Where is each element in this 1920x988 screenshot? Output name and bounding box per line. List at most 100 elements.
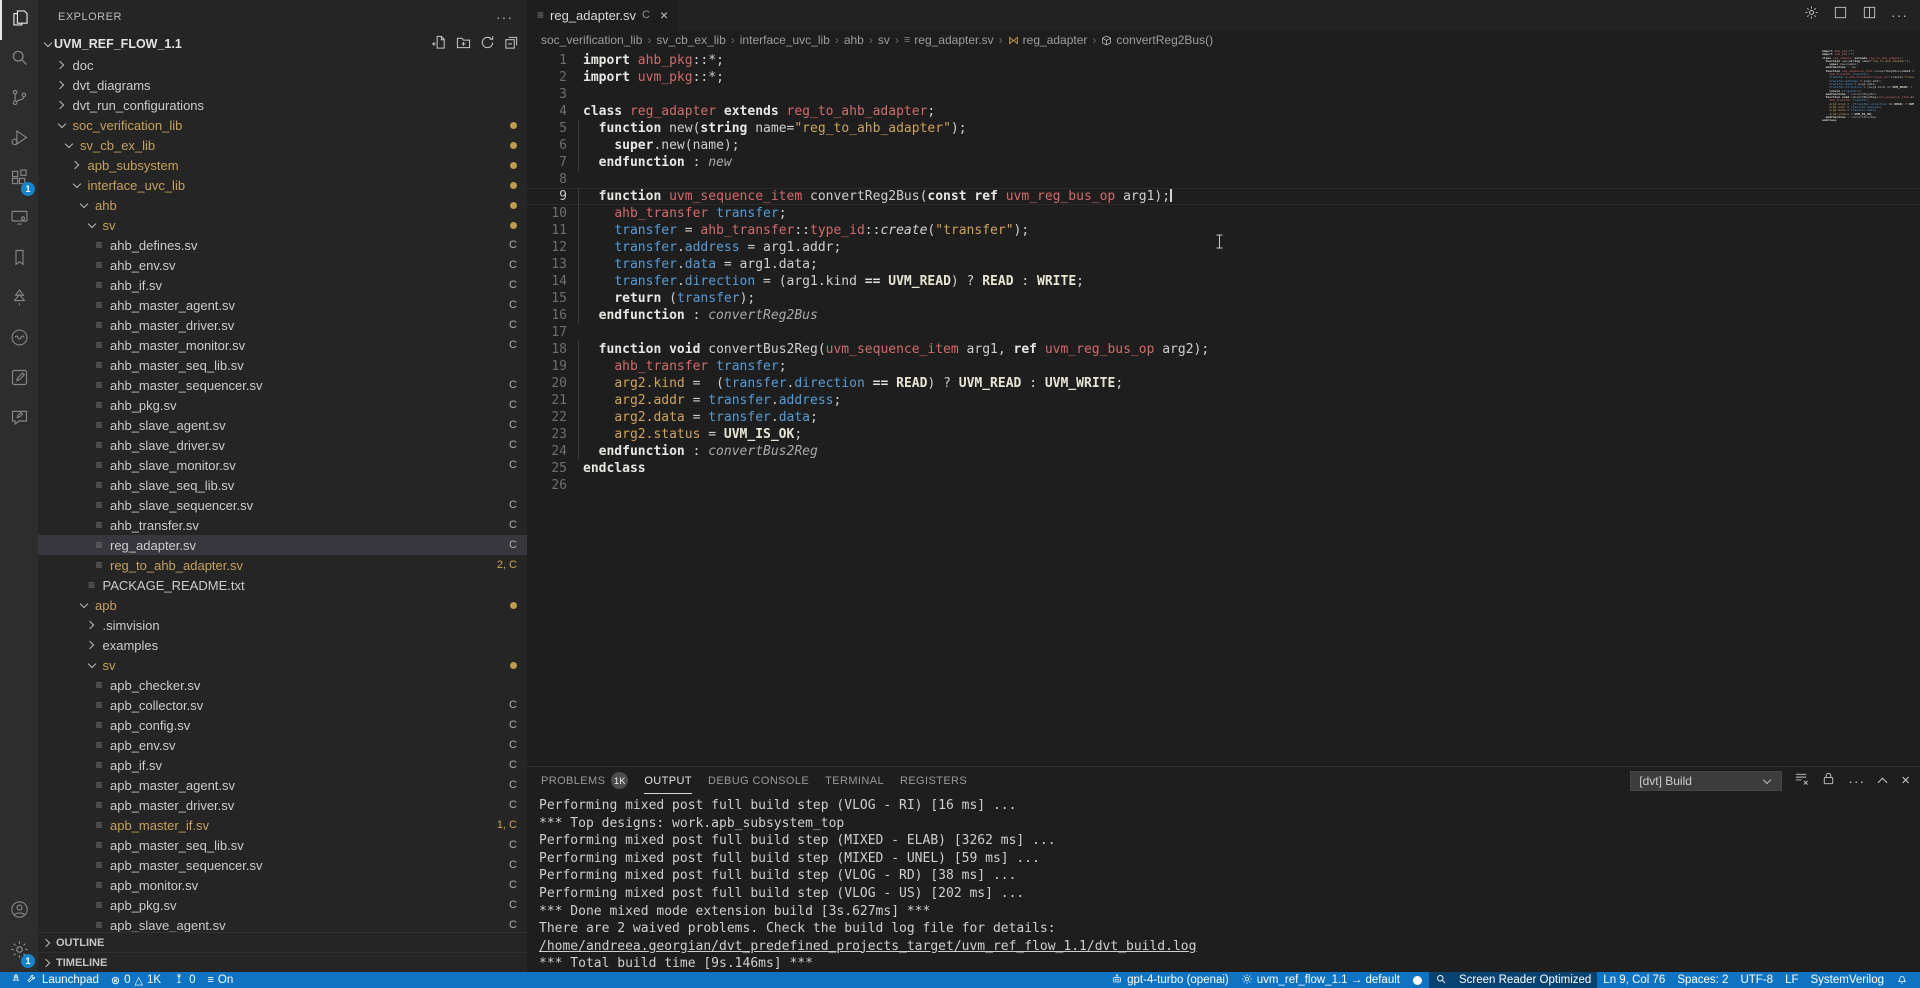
code-line[interactable]: 19 ahb_transfer transfer;	[527, 358, 1920, 375]
code-line[interactable]: 5 function new(string name="reg_to_ahb_a…	[527, 120, 1920, 137]
code-line[interactable]: 14 transfer.direction = (arg1.kind == UV…	[527, 273, 1920, 290]
code-line[interactable]: 7 endfunction : new	[527, 154, 1920, 171]
code-editor[interactable]: 1import ahb_pkg::*;2import uvm_pkg::*;34…	[527, 50, 1920, 766]
code-line[interactable]: 4class reg_adapter extends reg_to_ahb_ad…	[527, 103, 1920, 120]
tree-item[interactable]: dvt_run_configurations	[38, 95, 527, 115]
tree-item[interactable]: ≡ahb_slave_monitor.svC	[38, 455, 527, 475]
tree-item[interactable]: sv	[38, 655, 527, 675]
tree-item[interactable]: ≡reg_adapter.svC	[38, 535, 527, 555]
code-line[interactable]: 23 arg2.status = UVM_IS_OK;	[527, 426, 1920, 443]
settings-button[interactable]: 1	[0, 932, 38, 972]
breadcrumb-item[interactable]: ahb	[844, 33, 864, 47]
tree-item[interactable]: ≡apb_collector.svC	[38, 695, 527, 715]
tree-item[interactable]: .simvision	[38, 615, 527, 635]
status-launchpad[interactable]: Launchpad	[4, 972, 105, 988]
panel-tab-debug-console[interactable]: DEBUG CONSOLE	[708, 767, 809, 794]
tree-item[interactable]: ≡ahb_master_agent.svC	[38, 295, 527, 315]
status-encoding[interactable]: UTF-8	[1734, 972, 1779, 988]
panel-tab-problems[interactable]: PROBLEMS1K	[541, 767, 628, 794]
tree-item[interactable]: ≡ahb_slave_driver.svC	[38, 435, 527, 455]
code-line[interactable]: 24 endfunction : convertBus2Reg	[527, 443, 1920, 460]
tree-item[interactable]: ≡apb_if.svC	[38, 755, 527, 775]
panel-tab-registers[interactable]: REGISTERS	[900, 767, 967, 794]
code-line[interactable]: 2import uvm_pkg::*;	[527, 69, 1920, 86]
tree-item[interactable]: ≡reg_to_ahb_adapter.sv2, C	[38, 555, 527, 575]
timeline-section-header[interactable]: TIMELINE	[38, 952, 527, 972]
code-line[interactable]: 22 arg2.data = transfer.data;	[527, 409, 1920, 426]
panel-tab-output[interactable]: OUTPUT	[644, 767, 692, 794]
editor-layout-button[interactable]	[1833, 5, 1848, 25]
status-cursor-position[interactable]: Ln 9, Col 76	[1597, 972, 1671, 988]
new-file-button[interactable]	[432, 35, 447, 53]
tree-item[interactable]: ≡apb_master_agent.svC	[38, 775, 527, 795]
tree-item[interactable]: ≡ahb_master_seq_lib.sv	[38, 355, 527, 375]
status-waived-problems[interactable]: 0	[167, 972, 201, 988]
tree-item[interactable]: ≡apb_master_if.sv1, C	[38, 815, 527, 835]
clear-output-button[interactable]	[1794, 771, 1809, 791]
tree-item[interactable]: apb	[38, 595, 527, 615]
run-debug-activity-button[interactable]	[0, 120, 38, 160]
breadcrumb-item[interactable]: interface_uvc_lib	[740, 33, 830, 47]
status-eol[interactable]: LF	[1779, 972, 1804, 988]
tree-item[interactable]: ≡ahb_defines.svC	[38, 235, 527, 255]
breadcrumb-item[interactable]: soc_verification_lib	[541, 33, 642, 47]
remote-explorer-activity-button[interactable]	[0, 200, 38, 240]
bookmarks-activity-button[interactable]	[0, 240, 38, 280]
close-panel-button[interactable]: ×	[1901, 772, 1910, 789]
tree-item[interactable]: interface_uvc_lib	[38, 175, 527, 195]
status-notifications[interactable]	[1890, 972, 1914, 988]
panel-tab-terminal[interactable]: TERMINAL	[825, 767, 884, 794]
status-indentation[interactable]: Spaces: 2	[1671, 972, 1734, 988]
breadcrumb-item[interactable]: convertReg2Bus()	[1101, 33, 1213, 47]
verification-hierarchy-activity-button[interactable]	[0, 280, 38, 320]
comment-feedback-activity-button[interactable]	[0, 400, 38, 440]
log-file-link[interactable]: /home/andreea.georgian/dvt_predefined_pr…	[539, 938, 1920, 956]
panel-more-actions-button[interactable]: ···	[1848, 773, 1865, 789]
code-line[interactable]: 16 endfunction : convertReg2Bus	[527, 307, 1920, 324]
code-line[interactable]: 25endclass	[527, 460, 1920, 477]
code-line[interactable]: 6 super.new(name);	[527, 137, 1920, 154]
tree-item[interactable]: ≡apb_monitor.svC	[38, 875, 527, 895]
code-line[interactable]: 21 arg2.addr = transfer.address;	[527, 392, 1920, 409]
tree-item[interactable]: ≡ahb_transfer.svC	[38, 515, 527, 535]
status-project-config[interactable]: uvm_ref_flow_1.1 → default	[1235, 972, 1406, 988]
minimap[interactable]: import ahb_pkg::*;import uvm_pkg::*;clas…	[1822, 50, 1914, 160]
waveform-activity-button[interactable]	[0, 320, 38, 360]
tree-item[interactable]: soc_verification_lib	[38, 115, 527, 135]
code-line[interactable]: 1import ahb_pkg::*;	[527, 52, 1920, 69]
source-control-activity-button[interactable]	[0, 80, 38, 120]
tree-item[interactable]: apb_subsystem	[38, 155, 527, 175]
tree-item[interactable]: ≡ahb_if.svC	[38, 275, 527, 295]
tree-item[interactable]: ≡apb_checker.sv	[38, 675, 527, 695]
split-editor-button[interactable]	[1862, 5, 1877, 25]
status-screen-reader[interactable]: Screen Reader Optimized	[1453, 972, 1597, 988]
tree-item[interactable]: ≡ahb_env.svC	[38, 255, 527, 275]
output-channel-dropdown[interactable]: [dvt] Build	[1630, 771, 1782, 791]
tree-item[interactable]: ≡ahb_pkg.svC	[38, 395, 527, 415]
code-line[interactable]: 13 transfer.data = arg1.data;	[527, 256, 1920, 273]
breadcrumb-item[interactable]: reg_adapter	[1008, 33, 1088, 47]
outline-section-header[interactable]: OUTLINE	[38, 932, 527, 952]
tree-item[interactable]: ≡apb_slave_agent.svC	[38, 915, 527, 932]
editor-settings-gear-button[interactable]	[1804, 5, 1819, 25]
code-line[interactable]: 17	[527, 324, 1920, 341]
status-language-mode[interactable]: SystemVerilog	[1804, 972, 1890, 988]
tree-item[interactable]: ≡ahb_slave_agent.svC	[38, 415, 527, 435]
tree-item[interactable]: dvt_diagrams	[38, 75, 527, 95]
tree-item[interactable]: ≡PACKAGE_README.txt	[38, 575, 527, 595]
editor-more-actions-button[interactable]: ···	[1891, 7, 1908, 23]
tree-item[interactable]: ≡apb_master_seq_lib.svC	[38, 835, 527, 855]
tree-item[interactable]: ≡apb_pkg.svC	[38, 895, 527, 915]
close-tab-button[interactable]: ×	[660, 7, 668, 23]
code-line[interactable]: 18 function void convertBus2Reg(uvm_sequ…	[527, 341, 1920, 358]
tree-item[interactable]: ≡apb_env.svC	[38, 735, 527, 755]
explorer-activity-button[interactable]	[0, 0, 38, 40]
tree-item[interactable]: ≡apb_master_driver.svC	[38, 795, 527, 815]
code-line[interactable]: 15 return (transfer);	[527, 290, 1920, 307]
code-line[interactable]: 9 function uvm_sequence_item convertReg2…	[527, 188, 1920, 205]
code-line[interactable]: 20 arg2.kind = (transfer.direction == RE…	[527, 375, 1920, 392]
tree-item[interactable]: sv	[38, 215, 527, 235]
tree-item[interactable]: ≡ahb_slave_sequencer.svC	[38, 495, 527, 515]
extensions-activity-button[interactable]: 1	[0, 160, 38, 200]
tree-item[interactable]: examples	[38, 635, 527, 655]
